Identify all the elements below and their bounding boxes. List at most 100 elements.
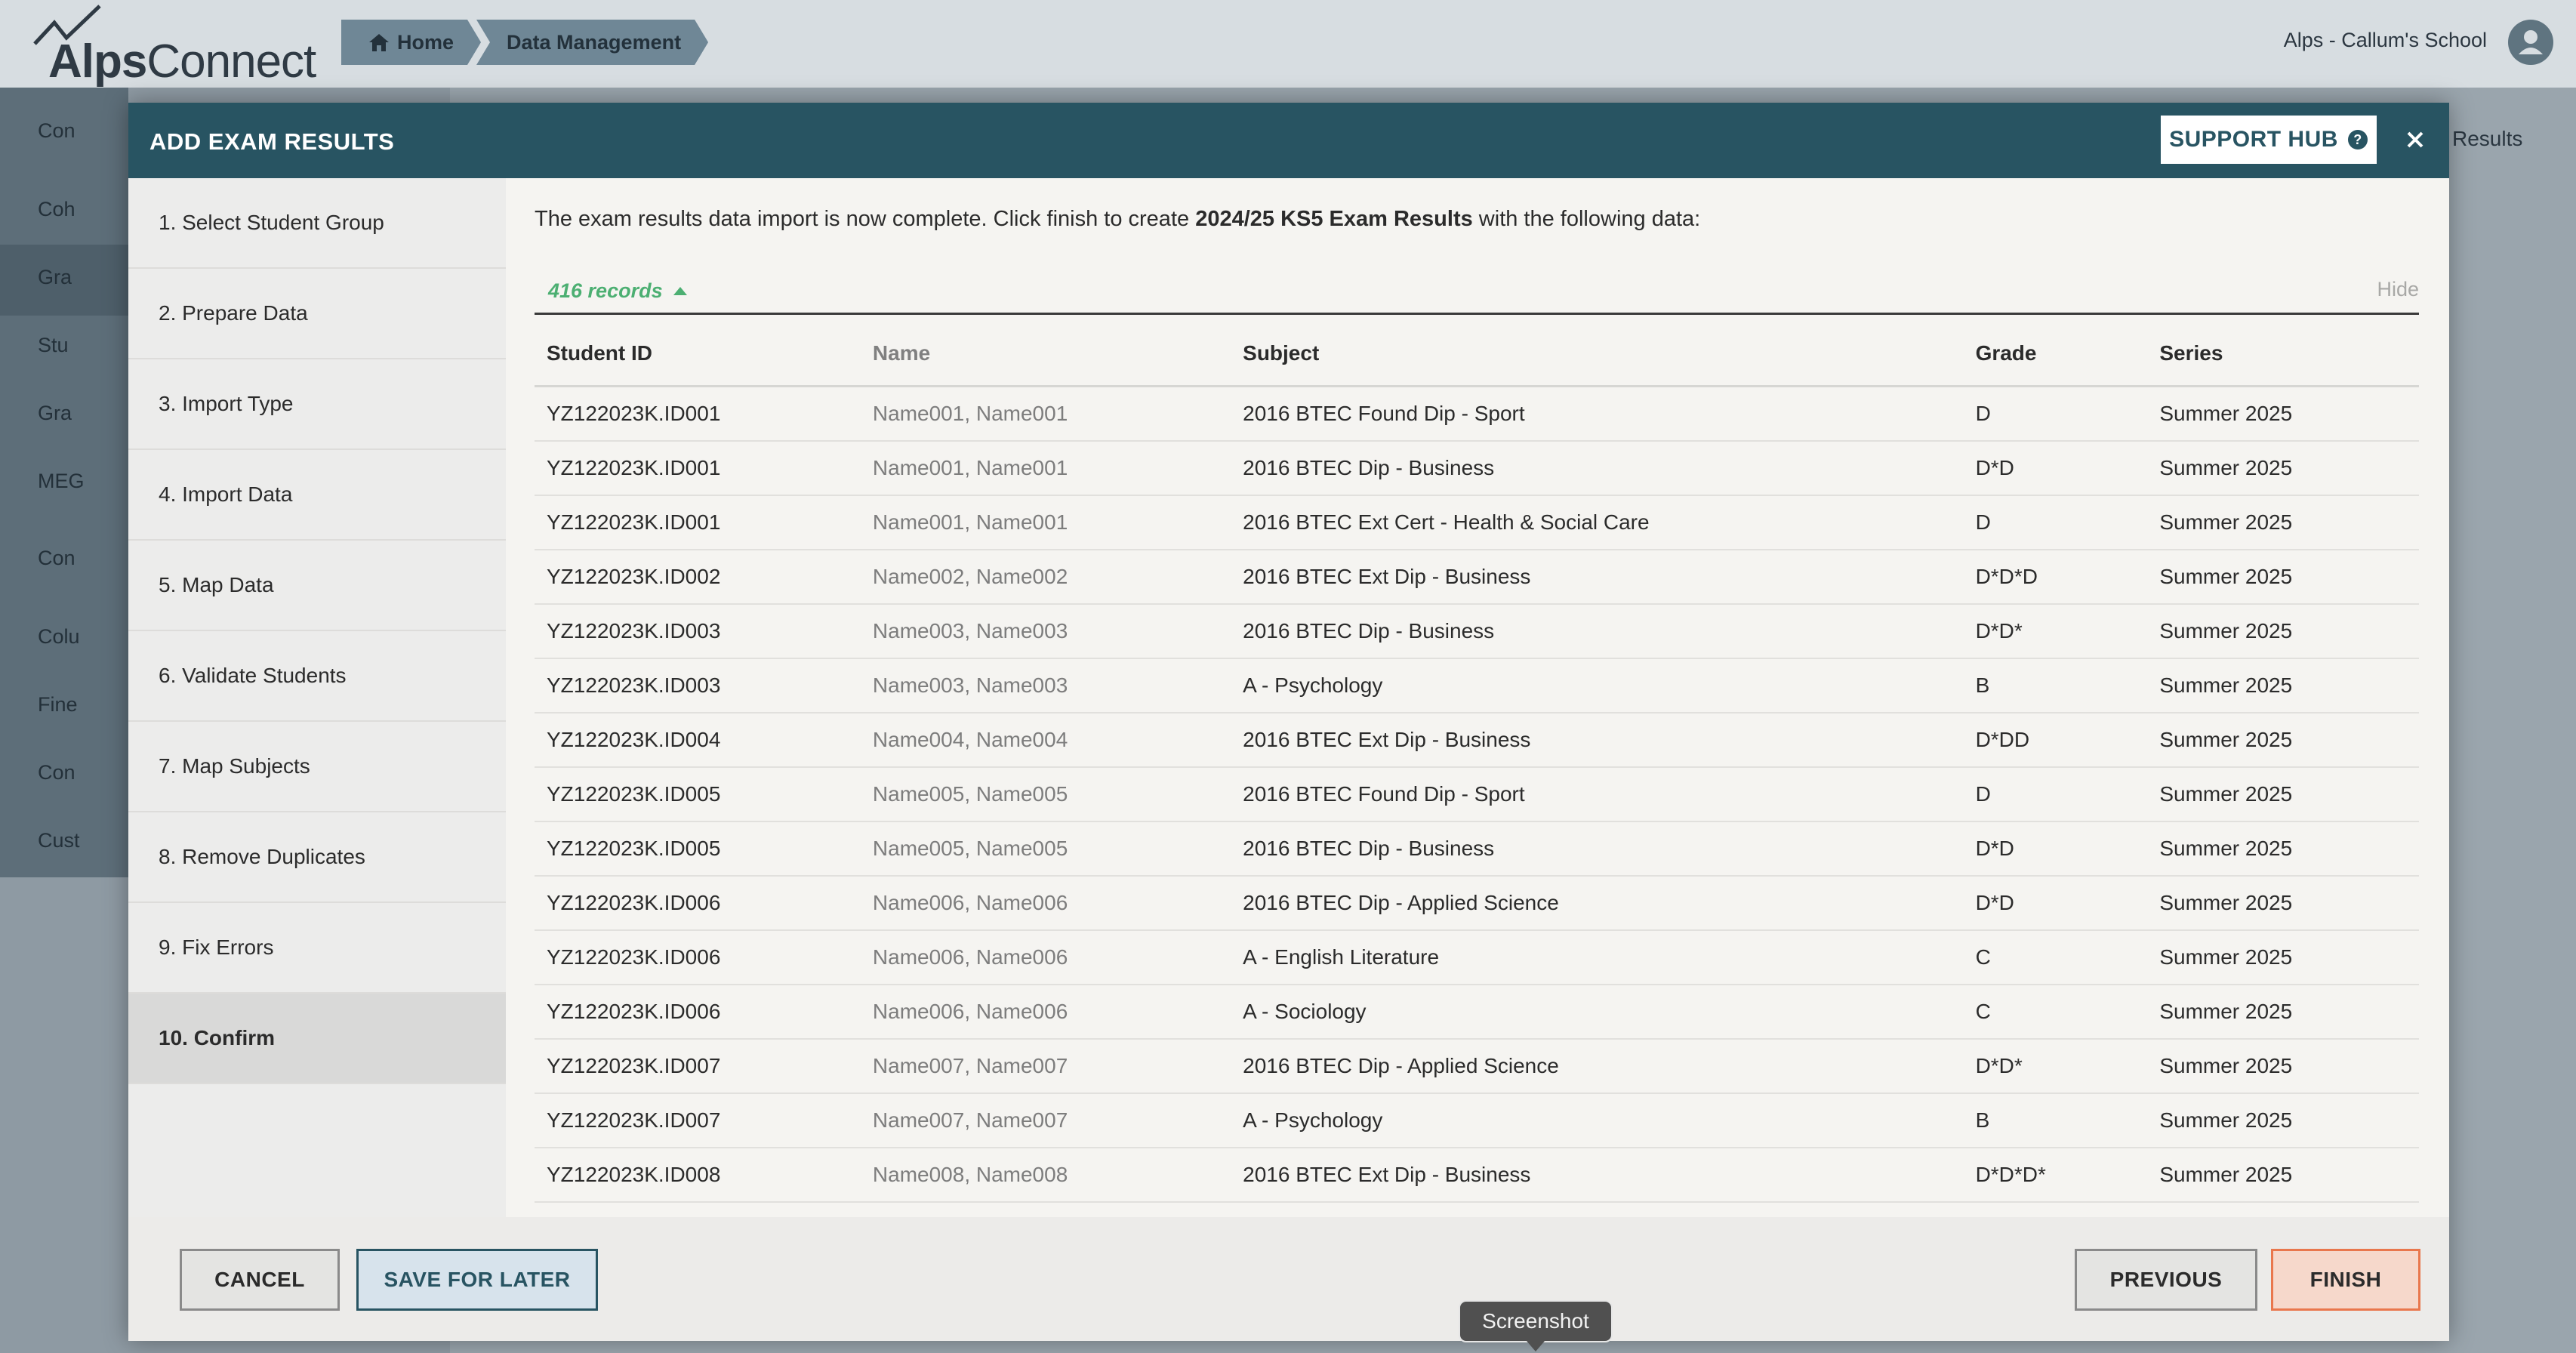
wizard-step[interactable]: 8. Remove Duplicates (128, 812, 506, 903)
breadcrumb-data-management[interactable]: Data Management (476, 20, 708, 65)
alps-connect-logo[interactable]: AlpsConnect (32, 5, 319, 88)
table-row: YZ122023K.ID003 Name003, Name003 A - Psych… (535, 658, 2419, 713)
wizard-step[interactable]: 2. Prepare Data (128, 269, 506, 359)
cell-subject: 2016 BTEC Dip - Applied Science (1231, 876, 1964, 931)
cell-name: Name005, Name005 (860, 767, 1231, 822)
bg-sidebar-item: Con (38, 761, 75, 784)
modal-footer: CANCEL SAVE FOR LATER PREVIOUS FINISH (128, 1217, 2449, 1341)
cell-subject: 2016 BTEC Ext Dip - Business (1231, 550, 1964, 605)
caret-up-icon (673, 287, 687, 295)
table-row: YZ122023K.ID008 Name008, Name008 2016 BTEC… (535, 1148, 2419, 1203)
school-name[interactable]: Alps - Callum's School (2284, 29, 2487, 52)
wizard-step[interactable]: 6. Validate Students (128, 631, 506, 722)
cell-name: Name006, Name006 (860, 985, 1231, 1040)
cell-grade: D*D (1963, 876, 2148, 931)
cell-subject: 2016 BTEC Ext Dip - Business (1231, 1148, 1964, 1203)
modal-title: ADD EXAM RESULTS (149, 128, 395, 155)
wizard-step[interactable]: 3. Import Type (128, 359, 506, 450)
cell-name: Name007, Name007 (860, 1039, 1231, 1094)
top-bar: AlpsConnect Home Data Management Alps - … (0, 0, 2576, 88)
cell-grade: D (1963, 767, 2148, 822)
logo-alps: Alps (48, 35, 147, 88)
avatar[interactable] (2508, 20, 2553, 65)
cell-series: Summer 2025 (2147, 604, 2419, 659)
cell-name: Name007, Name007 (860, 1093, 1231, 1148)
table-row: YZ122023K.ID006 Name006, Name006 A - Socio… (535, 985, 2419, 1040)
cell-grade: D*D* (1963, 1039, 2148, 1094)
wizard-step[interactable]: 7. Map Subjects (128, 722, 506, 812)
cell-student-id: YZ122023K.ID004 (535, 713, 861, 768)
cell-name: Name002, Name002 (860, 550, 1231, 605)
completion-message: The exam results data import is now comp… (535, 207, 1701, 231)
cell-subject: 2016 BTEC Ext Dip - Business (1231, 713, 1964, 768)
cell-subject: A - English Literature (1231, 930, 1964, 985)
cell-grade: D*D (1963, 441, 2148, 496)
cell-subject: A - Psychology (1231, 658, 1964, 713)
breadcrumb-home[interactable]: Home (341, 20, 481, 65)
modal-content: The exam results data import is now comp… (506, 178, 2449, 1217)
cell-series: Summer 2025 (2147, 1148, 2419, 1203)
column-header-subject: Subject (1231, 322, 1964, 387)
cell-student-id: YZ122023K.ID005 (535, 821, 861, 877)
cell-series: Summer 2025 (2147, 767, 2419, 822)
cell-student-id: YZ122023K.ID007 (535, 1093, 861, 1148)
cancel-button[interactable]: CANCEL (180, 1249, 340, 1311)
wizard-step[interactable]: 9. Fix Errors (128, 903, 506, 994)
wizard-step[interactable]: 1. Select Student Group (128, 178, 506, 269)
bg-sidebar-item: Con (38, 547, 75, 569)
column-header-name: Name (860, 322, 1231, 387)
column-header-grade: Grade (1963, 322, 2148, 387)
cell-grade: B (1963, 658, 2148, 713)
cell-student-id: YZ122023K.ID005 (535, 767, 861, 822)
bg-sidebar-item: Stu (38, 334, 69, 356)
cell-grade: D (1963, 495, 2148, 550)
user-icon (2519, 30, 2543, 54)
cell-series: Summer 2025 (2147, 658, 2419, 713)
bg-sidebar-item: Fine (38, 693, 78, 716)
tooltip-tail (1527, 1341, 1545, 1351)
cell-subject: 2016 BTEC Dip - Applied Science (1231, 1039, 1964, 1094)
cell-grade: C (1963, 985, 2148, 1040)
cell-student-id: YZ122023K.ID006 (535, 930, 861, 985)
support-hub-button[interactable]: SUPPORT HUB ? (2161, 116, 2377, 164)
wizard-step[interactable]: 4. Import Data (128, 450, 506, 541)
column-header-series: Series (2147, 322, 2419, 387)
cell-series: Summer 2025 (2147, 985, 2419, 1040)
finish-button[interactable]: FINISH (2271, 1249, 2420, 1311)
logo-connect: Connect (146, 35, 316, 88)
cell-name: Name001, Name001 (860, 495, 1231, 550)
cell-series: Summer 2025 (2147, 930, 2419, 985)
bg-sidebar-item: Gra (38, 402, 72, 424)
table-row: YZ122023K.ID007 Name007, Name007 A - Psych… (535, 1093, 2419, 1148)
wizard-steps: 1. Select Student Group 2. Prepare Data 3.… (128, 178, 506, 1217)
table-row: YZ122023K.ID005 Name005, Name005 2016 BTEC… (535, 767, 2419, 822)
cell-name: Name006, Name006 (860, 876, 1231, 931)
records-toggle[interactable]: 416 records (548, 279, 687, 303)
cell-name: Name003, Name003 (860, 658, 1231, 713)
save-for-later-button[interactable]: SAVE FOR LATER (356, 1249, 598, 1311)
close-icon (2407, 131, 2423, 148)
cell-student-id: YZ122023K.ID001 (535, 495, 861, 550)
wizard-step[interactable]: 5. Map Data (128, 541, 506, 631)
cell-student-id: YZ122023K.ID001 (535, 386, 861, 442)
table-header-row: Student ID Name Subject Grade Series (535, 322, 2419, 387)
table-row: YZ122023K.ID005 Name005, Name005 2016 BTEC… (535, 821, 2419, 877)
hide-link[interactable]: Hide (2377, 278, 2419, 301)
cell-subject: A - Sociology (1231, 985, 1964, 1040)
cell-grade: D (1963, 386, 2148, 442)
cell-student-id: YZ122023K.ID006 (535, 985, 861, 1040)
records-bar: 416 records Hide (535, 267, 2419, 315)
cell-grade: D*D*D* (1963, 1148, 2148, 1203)
cell-name: Name001, Name001 (860, 386, 1231, 442)
bg-sidebar-item: Coh (38, 198, 75, 220)
svg-text:?: ? (2353, 132, 2362, 147)
cell-grade: D*DD (1963, 713, 2148, 768)
cell-series: Summer 2025 (2147, 550, 2419, 605)
cell-series: Summer 2025 (2147, 1093, 2419, 1148)
background-sidebar: Con Coh Gra Stu Gra MEG Con Colu Fine Co… (0, 88, 128, 877)
previous-button[interactable]: PREVIOUS (2075, 1249, 2257, 1311)
cell-student-id: YZ122023K.ID006 (535, 876, 861, 931)
cell-subject: 2016 BTEC Dip - Business (1231, 821, 1964, 877)
close-button[interactable] (2396, 121, 2434, 159)
wizard-step[interactable]: 10. Confirm (128, 994, 506, 1084)
